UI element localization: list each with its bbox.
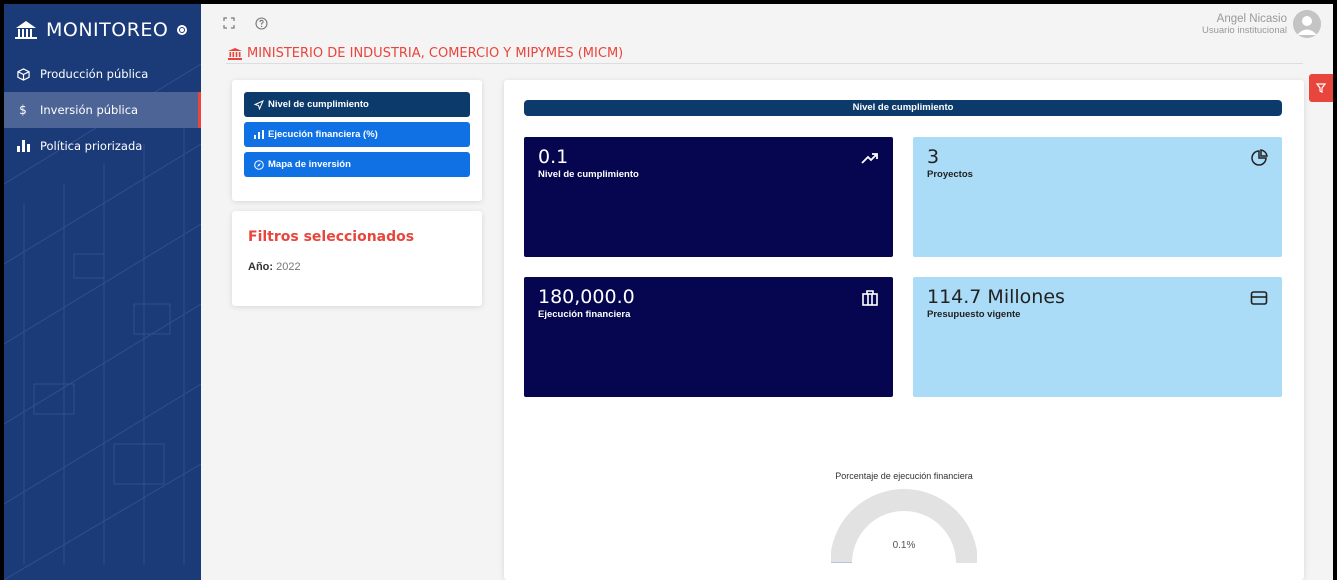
user-menu[interactable]: Angel Nicasio Usuario institucional: [1202, 10, 1321, 38]
filters-card: Filtros seleccionados Año: 2022: [232, 211, 482, 306]
tile-proyectos: 3 Proyectos: [913, 137, 1282, 257]
tile-label: Nivel de cumplimiento: [538, 168, 639, 180]
sidebar-item-produccion[interactable]: Producción pública: [4, 56, 201, 92]
button-label: Mapa de inversión: [268, 159, 351, 170]
year-filter: Año: 2022: [248, 261, 466, 273]
credit-card-icon: [1250, 291, 1268, 305]
cube-icon: [16, 67, 30, 81]
tile-value: 180,000.0: [538, 286, 635, 308]
tile-label: Proyectos: [927, 168, 973, 180]
tile-value: 3: [927, 146, 940, 168]
filter-icon: [1316, 83, 1326, 93]
ministry-title: MINISTERIO DE INDUSTRIA, COMERCIO Y MIPY…: [228, 46, 623, 61]
bar-chart-icon: [16, 139, 30, 153]
mapa-inversion-button[interactable]: Mapa de inversión: [244, 152, 470, 177]
help-icon[interactable]: [254, 16, 268, 30]
brand[interactable]: MONITOREO: [4, 4, 201, 56]
tile-label: Ejecución financiera: [538, 308, 631, 320]
gauge-chart: [831, 489, 977, 564]
top-toolbar: [222, 16, 268, 30]
button-label: Nivel de cumplimiento: [268, 99, 369, 110]
filters-title: Filtros seleccionados: [248, 229, 415, 245]
ejecucion-financiera-button[interactable]: Ejecución financiera (%): [244, 122, 470, 147]
trending-up-icon: [861, 153, 878, 164]
tile-value: 114.7 Millones: [927, 286, 1065, 308]
filter-toggle-button[interactable]: [1309, 74, 1333, 102]
section-header: Nivel de cumplimiento: [524, 100, 1282, 116]
sidebar: MONITOREO Producción pública $ Inversión…: [4, 4, 201, 580]
gauge-value: 0.1%: [892, 540, 916, 551]
avatar[interactable]: [1293, 10, 1321, 38]
user-role: Usuario institucional: [1201, 24, 1287, 36]
gauge-title: Porcentaje de ejecución financiera: [835, 471, 973, 481]
sidebar-item-politica[interactable]: Política priorizada: [4, 128, 201, 164]
sidebar-item-label: Política priorizada: [40, 139, 143, 153]
tile-value: 0.1: [538, 146, 569, 168]
compass-icon: [254, 159, 264, 170]
view-selector-card: Nivel de cumplimiento Ejecución financie…: [232, 80, 482, 201]
send-icon: [254, 99, 264, 110]
main-panel: Nivel de cumplimiento 0.1 Nivel de cumpl…: [504, 80, 1304, 580]
sidebar-item-label: Producción pública: [40, 67, 149, 81]
gauge-track: [831, 489, 977, 564]
tile-ejecucion-financiera: 180,000.0 Ejecución financiera: [524, 277, 893, 397]
pie-chart-icon: [1251, 149, 1268, 166]
sidebar-toggle-icon[interactable]: [177, 25, 188, 35]
year-label: Año:: [248, 261, 274, 273]
app-window: MONITOREO Producción pública $ Inversión…: [4, 4, 1333, 580]
fullscreen-icon[interactable]: [222, 16, 236, 30]
building-logo-icon: [15, 21, 37, 39]
tile-presupuesto-vigente: 114.7 Millones Presupuesto vigente: [913, 277, 1282, 397]
nivel-cumplimiento-button[interactable]: Nivel de cumplimiento: [244, 92, 470, 117]
sidebar-item-inversion[interactable]: $ Inversión pública: [4, 92, 201, 128]
tile-nivel-cumplimiento: 0.1 Nivel de cumplimiento: [524, 137, 893, 257]
button-label: Ejecución financiera (%): [268, 129, 378, 140]
brand-title: MONITOREO: [46, 19, 169, 41]
briefcase-icon: [862, 290, 878, 306]
ministry-name: MINISTERIO DE INDUSTRIA, COMERCIO Y MIPY…: [247, 46, 624, 61]
year-value: 2022: [276, 261, 301, 273]
sidebar-item-label: Inversión pública: [40, 103, 139, 117]
dollar-icon: $: [19, 103, 27, 117]
bar-chart-icon: [254, 130, 264, 139]
user-name: Angel Nicasio: [1216, 12, 1287, 25]
tile-label: Presupuesto vigente: [927, 308, 1021, 320]
divider: [226, 63, 1303, 64]
institution-icon: [228, 47, 242, 60]
